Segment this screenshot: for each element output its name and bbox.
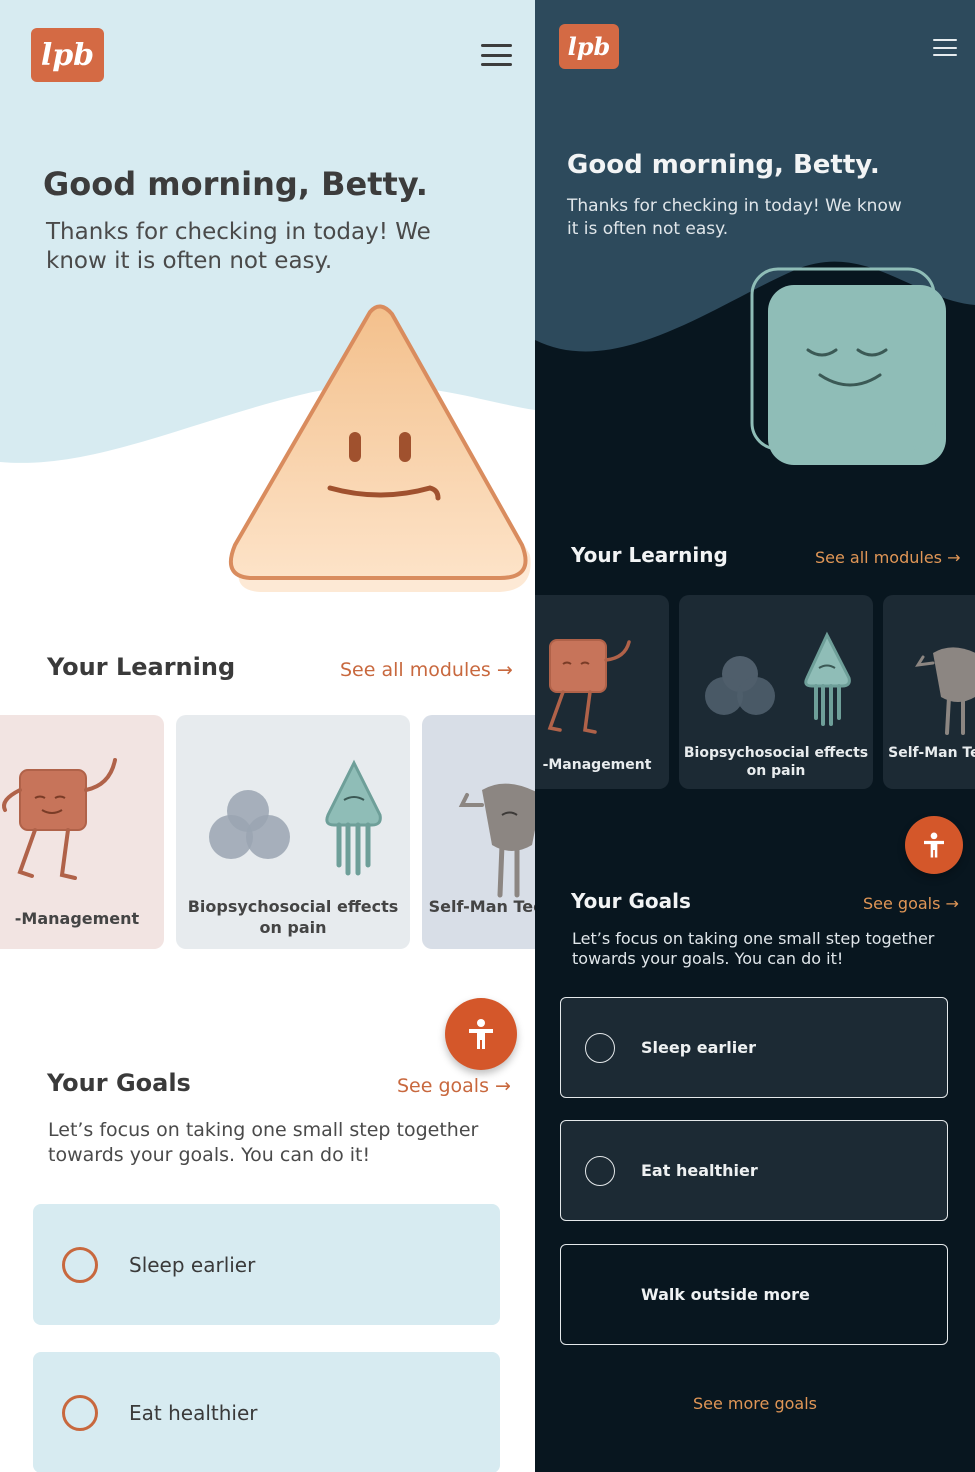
radio-icon[interactable]: [585, 1032, 615, 1063]
radio-icon[interactable]: [62, 1246, 98, 1283]
goals-section-title: Your Goals: [571, 889, 691, 913]
goal-item-sleep-earlier[interactable]: Sleep earlier: [33, 1204, 500, 1325]
accessibility-icon: [924, 832, 944, 858]
light-mode-screen: lpb Good morning, Betty. Thanks for chec…: [0, 0, 535, 1472]
app-logo[interactable]: lpb: [559, 24, 619, 69]
module-card-label: -Management: [542, 757, 652, 773]
goal-label: Eat healthier: [641, 1161, 758, 1180]
module-card-label: Biopsychosocial effects on pain: [683, 745, 869, 779]
module-card-self-management-techniques[interactable]: Self-Man Techn: [422, 715, 535, 949]
goal-item-eat-healthier[interactable]: Eat healthier: [560, 1120, 948, 1221]
goals-description: Let’s focus on taking one small step tog…: [48, 1119, 479, 1166]
goal-label: Eat healthier: [129, 1400, 258, 1425]
greeting-subtitle: Thanks for checking in today! We know it…: [46, 219, 431, 274]
module-card-self-management[interactable]: -Management: [0, 715, 164, 949]
dark-mode-screen: lpb Good morning, Betty. Thanks for chec…: [535, 0, 975, 1472]
accessibility-button[interactable]: [445, 998, 517, 1070]
module-card-label: -Management: [14, 909, 140, 928]
calm-square-mascot-icon: [750, 267, 946, 465]
module-card-self-management[interactable]: -Management: [535, 595, 669, 789]
learning-section-title: Your Learning: [571, 543, 728, 567]
app-logo[interactable]: lpb: [31, 28, 104, 82]
module-card-self-management-techniques[interactable]: Self-Man Techn: [883, 595, 975, 789]
radio-icon[interactable]: [62, 1394, 98, 1431]
accessibility-button[interactable]: [905, 816, 963, 874]
learning-section-title: Your Learning: [47, 653, 236, 681]
greeting-subtitle: Thanks for checking in today! We know it…: [567, 196, 902, 239]
goals-description: Let’s focus on taking one small step tog…: [572, 929, 935, 968]
square-mascot-icon: [547, 639, 631, 734]
see-all-modules-link[interactable]: See all modules →: [815, 548, 961, 567]
module-card-biopsychosocial[interactable]: Biopsychosocial effects on pain: [679, 595, 873, 789]
goal-item-eat-healthier[interactable]: Eat healthier: [33, 1352, 500, 1472]
smiling-triangle-mascot-icon: [229, 304, 531, 592]
module-card-biopsychosocial[interactable]: Biopsychosocial effects on pain: [176, 715, 410, 949]
see-goals-link[interactable]: See goals →: [397, 1075, 511, 1097]
greeting-heading: Good morning, Betty.: [43, 165, 428, 203]
goal-item-sleep-earlier[interactable]: Sleep earlier: [560, 997, 948, 1098]
goal-item-walk-outside-more[interactable]: Walk outside more: [560, 1244, 948, 1345]
radio-icon[interactable]: [585, 1155, 615, 1186]
see-more-goals-link[interactable]: See more goals: [535, 1394, 975, 1413]
greeting-heading: Good morning, Betty.: [567, 150, 880, 180]
hamburger-menu-icon[interactable]: [933, 39, 957, 56]
square-mascot-icon: [2, 758, 117, 880]
module-card-label: Self-Man Techn: [428, 897, 535, 916]
see-goals-link[interactable]: See goals →: [863, 894, 959, 913]
goal-label: Sleep earlier: [641, 1038, 756, 1057]
venn-and-triangle-mascot-icon: [209, 759, 382, 876]
stone-mascot-icon: [915, 647, 975, 735]
stone-mascot-icon: [458, 783, 535, 898]
module-card-label: Self-Man Techn: [888, 745, 975, 761]
venn-and-triangle-mascot-icon: [705, 631, 851, 726]
hamburger-menu-icon[interactable]: [481, 44, 512, 66]
goal-label: Sleep earlier: [129, 1252, 256, 1277]
module-card-label: Biopsychosocial effects on pain: [187, 897, 399, 937]
goal-label: Walk outside more: [641, 1285, 810, 1304]
goals-section-title: Your Goals: [47, 1069, 191, 1097]
see-all-modules-link[interactable]: See all modules →: [340, 659, 513, 681]
accessibility-icon: [469, 1019, 493, 1049]
